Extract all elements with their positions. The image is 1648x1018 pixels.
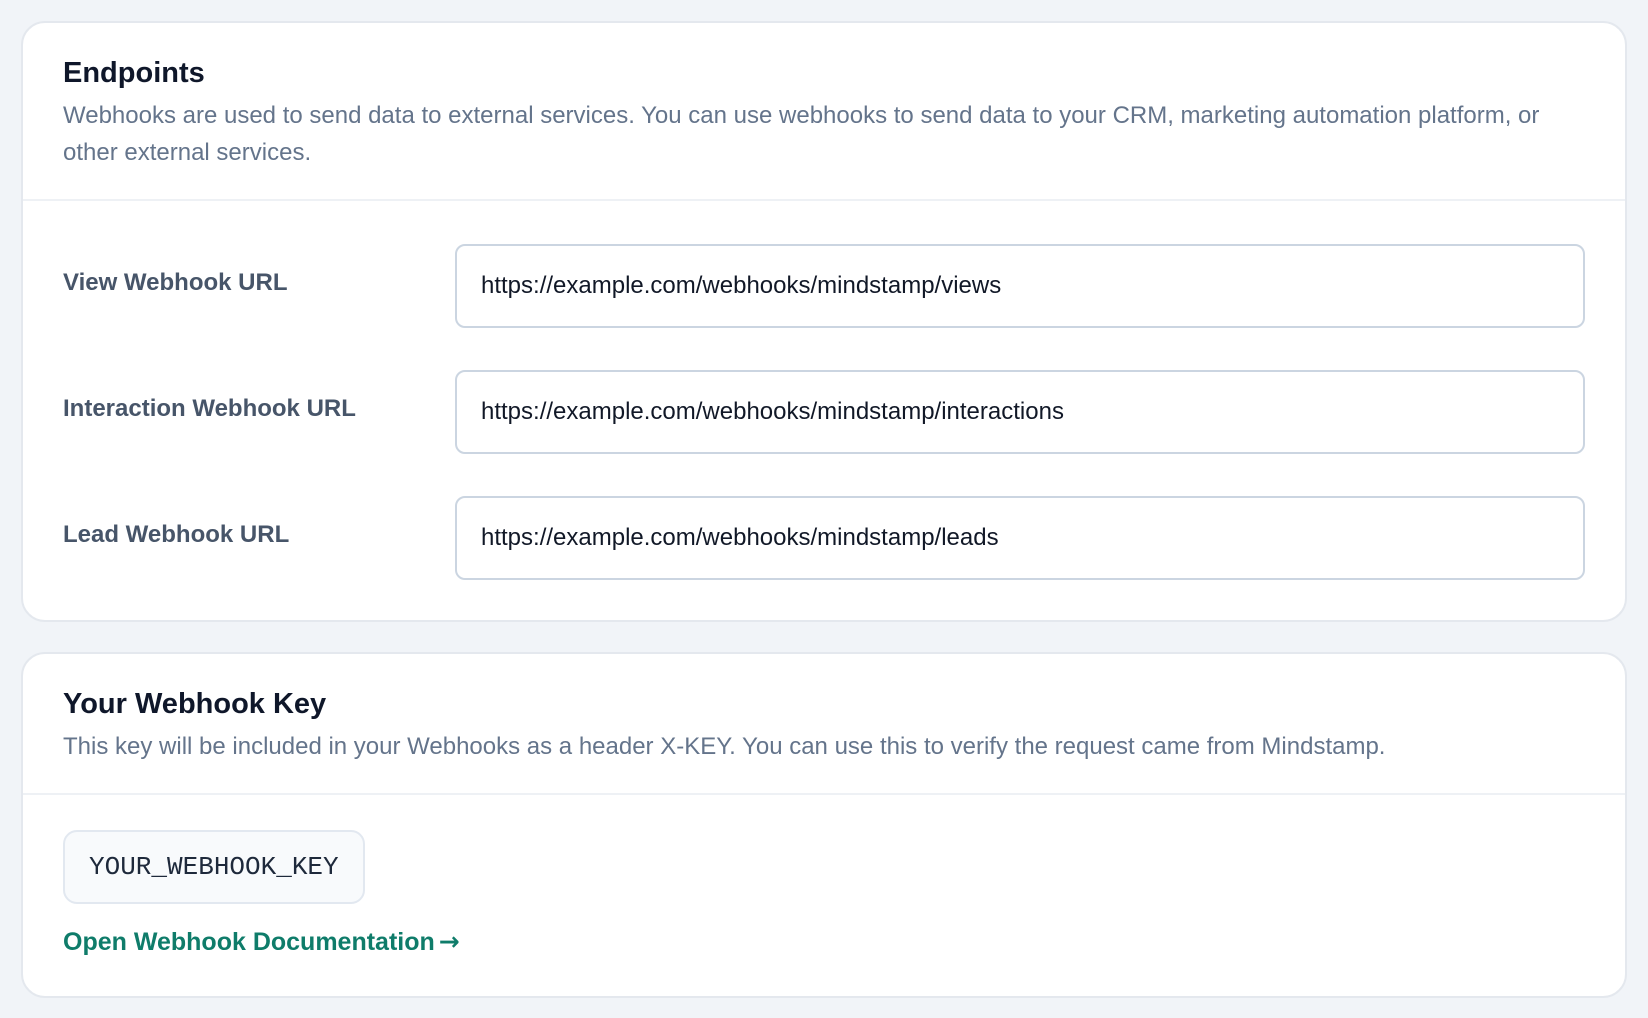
webhook-key-title: Your Webhook Key — [63, 688, 327, 720]
view-webhook-row: View Webhook URL — [63, 244, 1585, 328]
webhook-key-description: This key will be included in your Webhoo… — [63, 733, 1386, 760]
interaction-webhook-url-input[interactable] — [455, 370, 1585, 454]
interaction-webhook-label: Interaction Webhook URL — [63, 395, 356, 422]
view-webhook-label: View Webhook URL — [63, 269, 288, 296]
lead-webhook-row: Lead Webhook URL — [63, 496, 1585, 580]
endpoints-header: Endpoints Webhooks are used to send data… — [23, 23, 1625, 201]
open-webhook-docs-label: Open Webhook Documentation — [63, 928, 435, 956]
lead-webhook-url-input[interactable] — [455, 496, 1585, 580]
open-webhook-docs-link[interactable]: Open Webhook Documentation → — [63, 924, 460, 960]
view-webhook-url-input[interactable] — [455, 244, 1585, 328]
lead-webhook-label: Lead Webhook URL — [63, 521, 290, 548]
webhook-key-card: Your Webhook Key This key will be includ… — [21, 652, 1627, 998]
endpoints-card: Endpoints Webhooks are used to send data… — [21, 21, 1627, 622]
arrow-right-icon: → — [438, 927, 460, 956]
webhook-key-header: Your Webhook Key This key will be includ… — [23, 654, 1625, 795]
endpoints-description: Webhooks are used to send data to extern… — [63, 102, 1540, 166]
webhook-key-value[interactable]: YOUR_WEBHOOK_KEY — [63, 830, 365, 904]
endpoints-title: Endpoints — [63, 57, 205, 89]
interaction-webhook-row: Interaction Webhook URL — [63, 370, 1585, 454]
